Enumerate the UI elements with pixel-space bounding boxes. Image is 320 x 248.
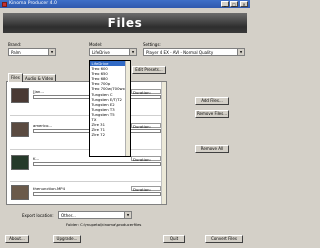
- export-location-value: Other...: [61, 213, 76, 218]
- tab-files[interactable]: Files: [8, 73, 23, 82]
- model-label: Model:: [89, 42, 103, 47]
- file-row[interactable]: thenunction.MP4 Duration: 01:58:56: [7, 183, 163, 204]
- app-icon: [2, 1, 7, 7]
- folder-value: C:\mupeta\kinoma\producerfiles: [80, 222, 142, 227]
- app-window: Kinoma Producer 4.0 _ □ × Files Brand: P…: [0, 0, 250, 248]
- model-option[interactable]: Treo 700w/700wx: [90, 86, 130, 91]
- file-row[interactable]: americo... Duration: 01:57:52: [7, 120, 163, 150]
- model-select[interactable]: LifeDrive ▼: [89, 48, 137, 56]
- edit-presets-button[interactable]: Edit Presets...: [132, 66, 166, 74]
- brand-label: Brand:: [8, 42, 22, 47]
- settings-label: Settings:: [143, 42, 161, 47]
- file-name: [Jan...: [33, 89, 44, 94]
- chevron-down-icon[interactable]: ▼: [129, 49, 136, 55]
- model-dropdown-scrollbar[interactable]: [125, 61, 130, 156]
- settings-select[interactable]: Player 4 EX - AVI - Normal Quality ▼: [143, 48, 245, 56]
- file-row[interactable]: K... Duration: 01:52:04: [7, 153, 163, 183]
- row-divider: [10, 115, 163, 116]
- file-duration: Duration: 01:52:04: [131, 156, 161, 167]
- file-name: americo...: [33, 123, 52, 128]
- export-location-label: Export location:: [22, 213, 54, 218]
- file-list: [Jan... Duration: 01:44:03 americo... Du…: [6, 81, 167, 205]
- about-button[interactable]: About...: [5, 235, 29, 243]
- upgrade-button[interactable]: Upgrade...: [53, 235, 81, 243]
- quit-button[interactable]: Quit: [163, 235, 185, 243]
- file-row[interactable]: [Jan... Duration: 01:44:03: [7, 86, 163, 116]
- model-option[interactable]: Zire 72: [90, 132, 130, 137]
- brand-value: Palm: [11, 50, 21, 55]
- conversion-progress-bar: [33, 162, 161, 166]
- file-duration: Duration: 01:57:52: [131, 123, 161, 134]
- chevron-down-icon[interactable]: ▼: [124, 212, 131, 218]
- conversion-progress-bar: [33, 192, 161, 196]
- video-thumbnail: [11, 155, 29, 170]
- file-name: thenunction.MP4: [33, 186, 65, 191]
- brand-select[interactable]: Palm ▼: [8, 48, 56, 56]
- add-files-button[interactable]: Add Files...: [195, 97, 229, 105]
- video-thumbnail: [11, 88, 29, 103]
- file-duration: Duration: 01:58:56: [131, 186, 161, 197]
- model-dropdown-list[interactable]: LifeDrive Treo 600 Treo 650 Treo 680 Tre…: [89, 60, 131, 157]
- row-divider: [10, 149, 163, 150]
- folder-label: Folder:: [66, 222, 79, 227]
- file-duration: Duration: 01:44:03: [131, 89, 161, 100]
- convert-files-button[interactable]: Convert Files: [205, 235, 243, 243]
- video-thumbnail: [11, 122, 29, 137]
- page-banner: Files: [3, 13, 247, 33]
- model-value: LifeDrive: [92, 50, 110, 55]
- window-title: Kinoma Producer 4.0: [9, 1, 57, 6]
- remove-all-button[interactable]: Remove All: [195, 145, 229, 153]
- file-list-scrollbar[interactable]: [161, 82, 166, 204]
- file-name: K...: [33, 156, 40, 161]
- export-folder-path: Folder: C:\mupeta\kinoma\producerfiles: [66, 222, 141, 227]
- export-location-select[interactable]: Other... ▼: [58, 211, 132, 219]
- close-button[interactable]: ×: [240, 1, 248, 7]
- title-bar: Kinoma Producer 4.0 _ □ ×: [0, 0, 250, 8]
- row-divider: [10, 181, 163, 182]
- maximize-button[interactable]: □: [230, 1, 238, 7]
- remove-files-button[interactable]: Remove Files...: [195, 110, 229, 118]
- chevron-down-icon[interactable]: ▼: [237, 49, 244, 55]
- chevron-down-icon[interactable]: ▼: [48, 49, 55, 55]
- video-thumbnail: [11, 185, 29, 200]
- minimize-button[interactable]: _: [221, 1, 229, 7]
- settings-value: Player 4 EX - AVI - Normal Quality: [146, 50, 214, 55]
